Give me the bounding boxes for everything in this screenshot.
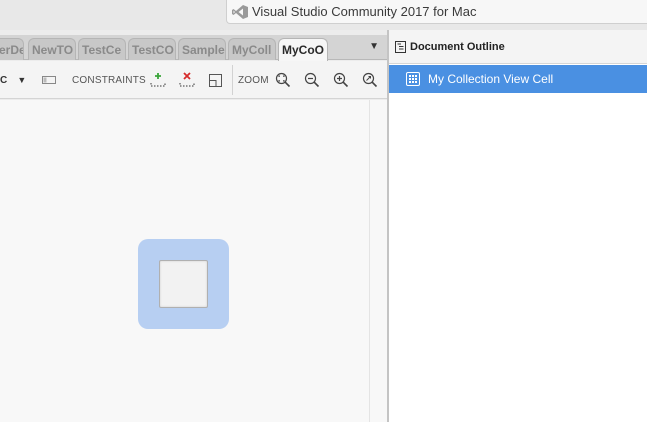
document-outline-pad: Document Outline My Collection View Cell: [389, 30, 647, 422]
zoom-in-icon[interactable]: [333, 61, 349, 99]
frame-icon[interactable]: [42, 61, 56, 99]
tab-mycoll[interactable]: MyColl: [228, 38, 276, 60]
canvas-vertical-scrollbar[interactable]: [369, 100, 387, 422]
outline-item-my-collection-view-cell[interactable]: My Collection View Cell: [389, 65, 647, 93]
tab-testce[interactable]: TestCe: [78, 38, 126, 60]
zoom-label: ZOOM: [238, 74, 269, 86]
add-constraint-icon[interactable]: [150, 61, 166, 99]
tab-erde[interactable]: erDe: [0, 38, 24, 60]
device-selector[interactable]: C ▼: [0, 61, 26, 99]
title-box: Visual Studio Community 2017 for Mac: [226, 0, 647, 24]
collection-view-cell-selection[interactable]: [138, 239, 229, 329]
tab-overflow-chevron-down-icon[interactable]: ▼: [369, 41, 379, 52]
update-frame-icon[interactable]: [209, 61, 222, 99]
triangle-down-icon: ▼: [17, 75, 27, 85]
ide-window: Visual Studio Community 2017 for Mac erD…: [0, 0, 647, 422]
outline-title: Document Outline: [410, 40, 505, 53]
collection-view-cell-icon: [406, 72, 420, 86]
zoom-fit-icon[interactable]: [275, 61, 291, 99]
document-tab-strip: erDe NewTO TestCe TestCO Sample MyColl M…: [0, 35, 387, 61]
designer-toolbar: C ▼ CONSTRAINTS ZOOM: [0, 61, 387, 99]
toolbar-separator: [232, 65, 233, 95]
window-title: Visual Studio Community 2017 for Mac: [252, 4, 477, 19]
outline-item-label: My Collection View Cell: [428, 72, 554, 86]
document-outline-icon: [395, 40, 406, 53]
visual-studio-logo-icon: [232, 4, 248, 19]
tab-testco[interactable]: TestCO: [128, 38, 176, 60]
design-canvas[interactable]: [0, 100, 369, 422]
tab-mycoo-active[interactable]: MyCoO: [278, 38, 328, 61]
remove-constraint-icon[interactable]: [179, 61, 195, 99]
tab-newto[interactable]: NewTO: [28, 38, 76, 60]
zoom-out-icon[interactable]: [304, 61, 320, 99]
collection-view-cell[interactable]: [159, 260, 208, 308]
constraints-label: CONSTRAINTS: [72, 74, 146, 86]
outline-header: Document Outline: [389, 30, 647, 64]
tab-sample[interactable]: Sample: [178, 38, 226, 60]
title-bar: Visual Studio Community 2017 for Mac: [0, 0, 647, 30]
zoom-actual-icon[interactable]: [362, 61, 378, 99]
